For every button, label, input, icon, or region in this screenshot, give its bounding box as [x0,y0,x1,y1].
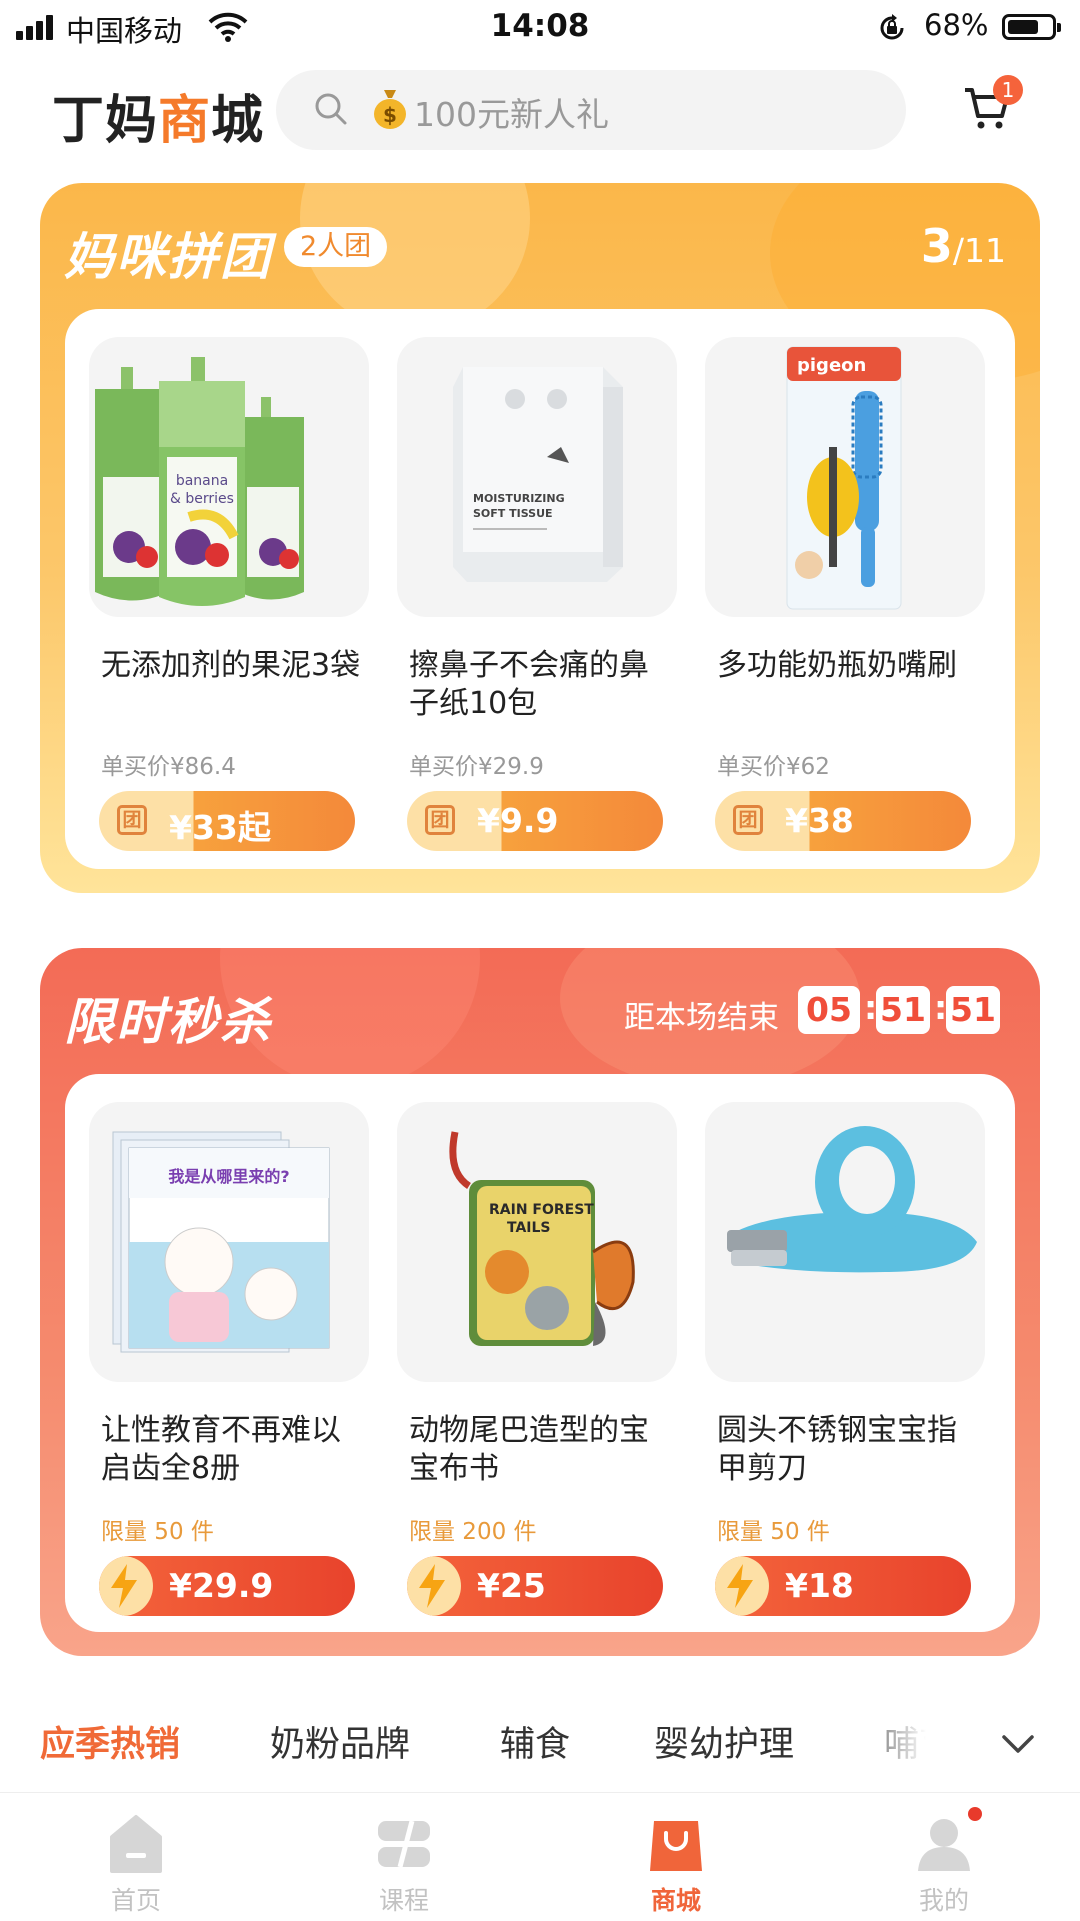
product-original-price: 单买价¥62 [717,754,830,780]
course-icon [378,1820,430,1868]
flash-buy-button[interactable]: ¥25 [407,1556,663,1616]
group-price: ¥38 [785,801,854,840]
group-size-tag: 2人团 [284,227,388,267]
tab-formula-brands[interactable]: 奶粉品牌 [270,1716,410,1767]
stock-limit: 限量 50 件 [101,1519,214,1545]
cart-badge: 1 [993,75,1023,105]
group-buy-list: banana & berries 无添加剂的果泥3袋 单买价¥86.4 团 ¥3… [65,309,1015,869]
bottle-brush-image: pigeon [705,337,985,617]
search-placeholder: 100元新人礼 [414,95,609,134]
nail-clipper-image [705,1102,985,1382]
product-title: 无添加剂的果泥3袋 [101,648,361,683]
countdown-hours: 05 [798,986,860,1034]
rotation-lock-icon [880,14,904,40]
flash-price: ¥25 [477,1566,546,1605]
svg-text:SOFT TISSUE: SOFT TISSUE [473,507,553,520]
group-price: ¥9.9 [477,801,559,840]
group-buy-card: 妈咪拼团 2人团 3/11 banana & berries 无添加剂的果泥3袋… [40,183,1040,893]
nav-course-label: 课程 [378,1886,429,1915]
countdown-seconds: 51 [946,986,1000,1034]
countdown-minutes: 51 [876,986,930,1034]
svg-text:banana: banana [176,473,228,489]
notification-dot [968,1807,982,1821]
bottom-nav: 首页 课程 商城 我的 [0,1792,1080,1921]
tab-seasonal-hot[interactable]: 应季热销 [40,1716,180,1767]
group-buy-pager: 3/11 [920,219,1006,273]
nav-course[interactable]: 课程 [324,1793,484,1921]
fruit-puree-image: banana & berries [89,337,369,617]
nav-shop-label: 商城 [650,1886,701,1915]
group-mark-icon: 团 [425,805,455,835]
group-buy-button[interactable]: 团 ¥33起 [99,791,355,851]
battery-icon [1002,14,1061,40]
search-icon [315,93,347,125]
stock-limit: 限量 200 件 [409,1519,537,1545]
product-title: 圆头不锈钢宝宝指甲剪刀 [717,1413,957,1486]
nav-profile[interactable]: 我的 [864,1793,1024,1921]
group-price: ¥33起 [169,808,271,847]
product-original-price: 单买价¥86.4 [101,754,236,780]
flash-sale-card: 限时秒杀 距本场结束 05 : 51 : 51 我是从哪里来的? 让性教育不再难… [40,948,1040,1656]
svg-text:pigeon: pigeon [797,355,866,376]
nav-profile-label: 我的 [918,1886,969,1915]
tissue-pack-image: MOISTURIZING SOFT TISSUE [397,337,677,617]
svg-text:MOISTURIZING: MOISTURIZING [473,492,565,505]
svg-text:$: $ [383,103,397,127]
app-logo: 丁妈商城 [52,91,265,151]
search-bar[interactable]: $ 100元新人礼 [276,70,906,150]
product-title: 动物尾巴造型的宝宝布书 [409,1413,649,1486]
nav-home[interactable]: 首页 [56,1793,216,1921]
flash-sale-list: 我是从哪里来的? 让性教育不再难以启齿全8册 限量 50 件 ¥29.9 RAI… [65,1074,1015,1632]
group-buy-button[interactable]: 团 ¥38 [715,791,971,851]
group-mark-icon: 团 [733,805,763,835]
svg-text:RAIN FOREST: RAIN FOREST [489,1202,594,1218]
group-buy-button[interactable]: 团 ¥9.9 [407,791,663,851]
flash-buy-button[interactable]: ¥29.9 [99,1556,355,1616]
tab-baby-care[interactable]: 婴幼护理 [654,1716,794,1767]
cloth-book-image: RAIN FOREST TAILS [397,1102,677,1382]
product-title: 多功能奶瓶奶嘴刷 [717,648,957,683]
svg-text:我是从哪里来的?: 我是从哪里来的? [168,1167,289,1186]
flash-sale-title: 限时秒杀 [64,993,272,1051]
lightning-icon [99,1556,153,1616]
book-set-image: 我是从哪里来的? [89,1102,369,1382]
category-tabs: 应季热销 奶粉品牌 辅食 婴幼护理 哺育 [0,1716,1080,1780]
status-time: 14:08 [490,8,590,44]
chevron-down-icon[interactable] [1000,1726,1036,1762]
money-bag-icon: $ [374,90,406,129]
nav-shop[interactable]: 商城 [596,1793,756,1921]
lightning-icon [715,1556,769,1616]
product-title: 擦鼻子不会痛的鼻子纸10包 [409,648,649,721]
svg-text:& berries: & berries [170,491,234,507]
group-buy-title: 妈咪拼团 [64,228,272,286]
group-mark-icon: 团 [117,805,147,835]
nav-home-label: 首页 [110,1886,161,1915]
product-title: 让性教育不再难以启齿全8册 [101,1413,341,1486]
flash-price: ¥29.9 [169,1566,274,1605]
stock-limit: 限量 50 件 [717,1519,830,1545]
flash-price: ¥18 [785,1566,854,1605]
product-original-price: 单买价¥29.9 [409,754,544,780]
shop-bag-icon [650,1821,702,1871]
status-bar: 中国移动 14:08 68% [0,0,1080,56]
tab-baby-food[interactable]: 辅食 [500,1716,570,1767]
countdown-label: 距本场结束 [624,1000,779,1036]
profile-icon [918,1819,970,1871]
battery-percent: 68% [924,8,989,42]
home-icon [110,1815,162,1873]
flash-buy-button[interactable]: ¥18 [715,1556,971,1616]
lightning-icon [407,1556,461,1616]
svg-text:TAILS: TAILS [507,1220,551,1236]
